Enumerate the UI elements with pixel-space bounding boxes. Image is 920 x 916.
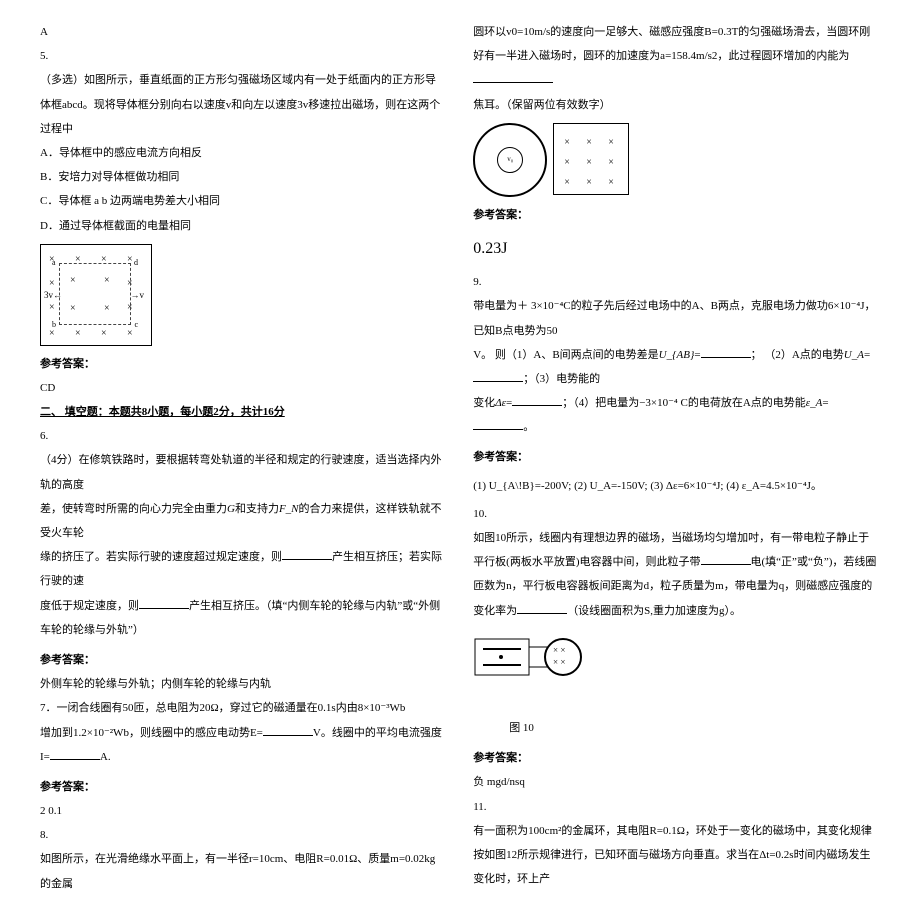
blank — [701, 564, 751, 565]
fig10-label: 图 10 — [509, 716, 876, 740]
q5-number: 5. — [40, 44, 443, 68]
blank — [50, 759, 100, 760]
q6-stem-2: 差，使转弯时所需的向心力完全由重力G和支持力F_N的合力来提供，这样铁轨就不受火… — [40, 497, 443, 545]
q8-diagram: v₀ ××× ××× ××× — [473, 123, 876, 197]
blank — [282, 559, 332, 560]
q11-stem: 有一面积为100cm²的金属环，其电阻R=0.1Ω，环处于一变化的磁场中，其变化… — [473, 819, 876, 892]
letter-a: A — [40, 20, 443, 44]
q5-diagram: ×××× ×× ×× ×××× a d b c ×× ×× 3v← →v — [40, 244, 152, 346]
q6-stem-1: （4分）在修筑铁路时，要根据转弯处轨道的半径和规定的行驶速度，适当选择内外轨的高… — [40, 448, 443, 496]
svg-text:× ×: × × — [553, 657, 565, 667]
q9-number: 9. — [473, 270, 876, 294]
q7-I: I=A. — [40, 745, 443, 769]
answer-label: 参考答案： — [473, 746, 876, 770]
blank — [139, 608, 189, 609]
q10-stem: 如图10所示，线圈内有理想边界的磁场，当磁场均匀增加吋，有一带电粒子静止于平行板… — [473, 526, 876, 623]
answer-label: 参考答案： — [40, 352, 443, 376]
q8-stem: 如图所示，在光滑绝缘水平面上，有一半径r=10cm、电阻R=0.01Ω、质量m=… — [40, 847, 443, 895]
q7-stem: 7．一闭合线圈有50匝，总电阻为20Ω，穿过它的磁通量在0.1s内由8×10⁻³… — [40, 696, 443, 720]
section-2-header: 二、 填空题：本题共8小题，每小题2分，共计16分 — [40, 400, 443, 424]
q5-option-b: B．安培力对导体框做功相同 — [40, 165, 443, 189]
q8-tail: 焦耳。（保留两位有效数字） — [473, 93, 876, 117]
q10-diagram: × × × × 图 10 — [473, 629, 876, 740]
q8-cont: 圆环以v0=10m/s的速度向一足够大、磁感应强度B=0.3T的匀强磁场滑去，当… — [473, 20, 876, 93]
q10-number: 10. — [473, 502, 876, 526]
q5-answer: CD — [40, 376, 443, 400]
blank — [473, 381, 523, 382]
q7-stem-2: 增加到1.2×10⁻²Wb，则线圈中的感应电动势E=V。线圈中的平均电流强度 — [40, 721, 443, 745]
right-column: 圆环以v0=10m/s的速度向一足够大、磁感应强度B=0.3T的匀强磁场滑去，当… — [473, 20, 876, 896]
blank — [701, 357, 751, 358]
svg-text:× ×: × × — [553, 645, 565, 655]
answer-label: 参考答案： — [473, 203, 876, 227]
blank — [473, 82, 553, 83]
answer-label: 参考答案： — [40, 648, 443, 672]
q6-stem-4: 度低于规定速度，则产生相互挤压。（填“内侧车轮的轮缘与内轨”或“外侧车轮的轮缘与… — [40, 594, 443, 642]
blank — [512, 405, 562, 406]
q5-option-d: D．通过导体框截面的电量相同 — [40, 214, 443, 238]
q11-number: 11. — [473, 795, 876, 819]
q5-option-a: A．导体框中的感应电流方向相反 — [40, 141, 443, 165]
q9-line1: 带电量为＋ 3×10⁻⁴C的粒子先后经过电场中的A、B两点，克服电场力做功6×1… — [473, 294, 876, 342]
q8-number: 8. — [40, 823, 443, 847]
q9-line3: 变化Δε=；（4）把电量为−3×10⁻⁴ C的电荷放在A点的电势能ε_A=。 — [473, 391, 876, 439]
answer-label: 参考答案： — [40, 775, 443, 799]
q10-answer: 负 mgd/nsq — [473, 770, 876, 794]
answer-label: 参考答案： — [473, 445, 876, 469]
q5-stem: （多选）如图所示，垂直纸面的正方形匀强磁场区域内有一处于纸面内的正方形导体框ab… — [40, 68, 443, 141]
capacitor-icon: × × × × — [473, 629, 593, 707]
left-column: A 5. （多选）如图所示，垂直纸面的正方形匀强磁场区域内有一处于纸面内的正方形… — [40, 20, 443, 896]
q8-answer: 0.23J — [473, 231, 876, 266]
blank — [263, 735, 313, 736]
q9-line2: V。 则（1）A、B间两点间的电势差是U_{AB}=； （2）A点的电势U_A=… — [473, 343, 876, 391]
q5-option-c: C．导体框 a b 边两端电势差大小相同 — [40, 189, 443, 213]
q7-answer: 2 0.1 — [40, 799, 443, 823]
q6-answer: 外侧车轮的轮缘与外轨；内侧车轮的轮缘与内轨 — [40, 672, 443, 696]
q9-answer: (1) U_{A\!B}=-200V; (2) U_A=-150V; (3) Δ… — [473, 474, 876, 498]
blank — [517, 613, 567, 614]
blank — [473, 429, 523, 430]
q6-stem-3: 缘的挤压了。若实际行驶的速度超过规定速度，则产生相互挤压；若实际行驶的速 — [40, 545, 443, 593]
q6-number: 6. — [40, 424, 443, 448]
